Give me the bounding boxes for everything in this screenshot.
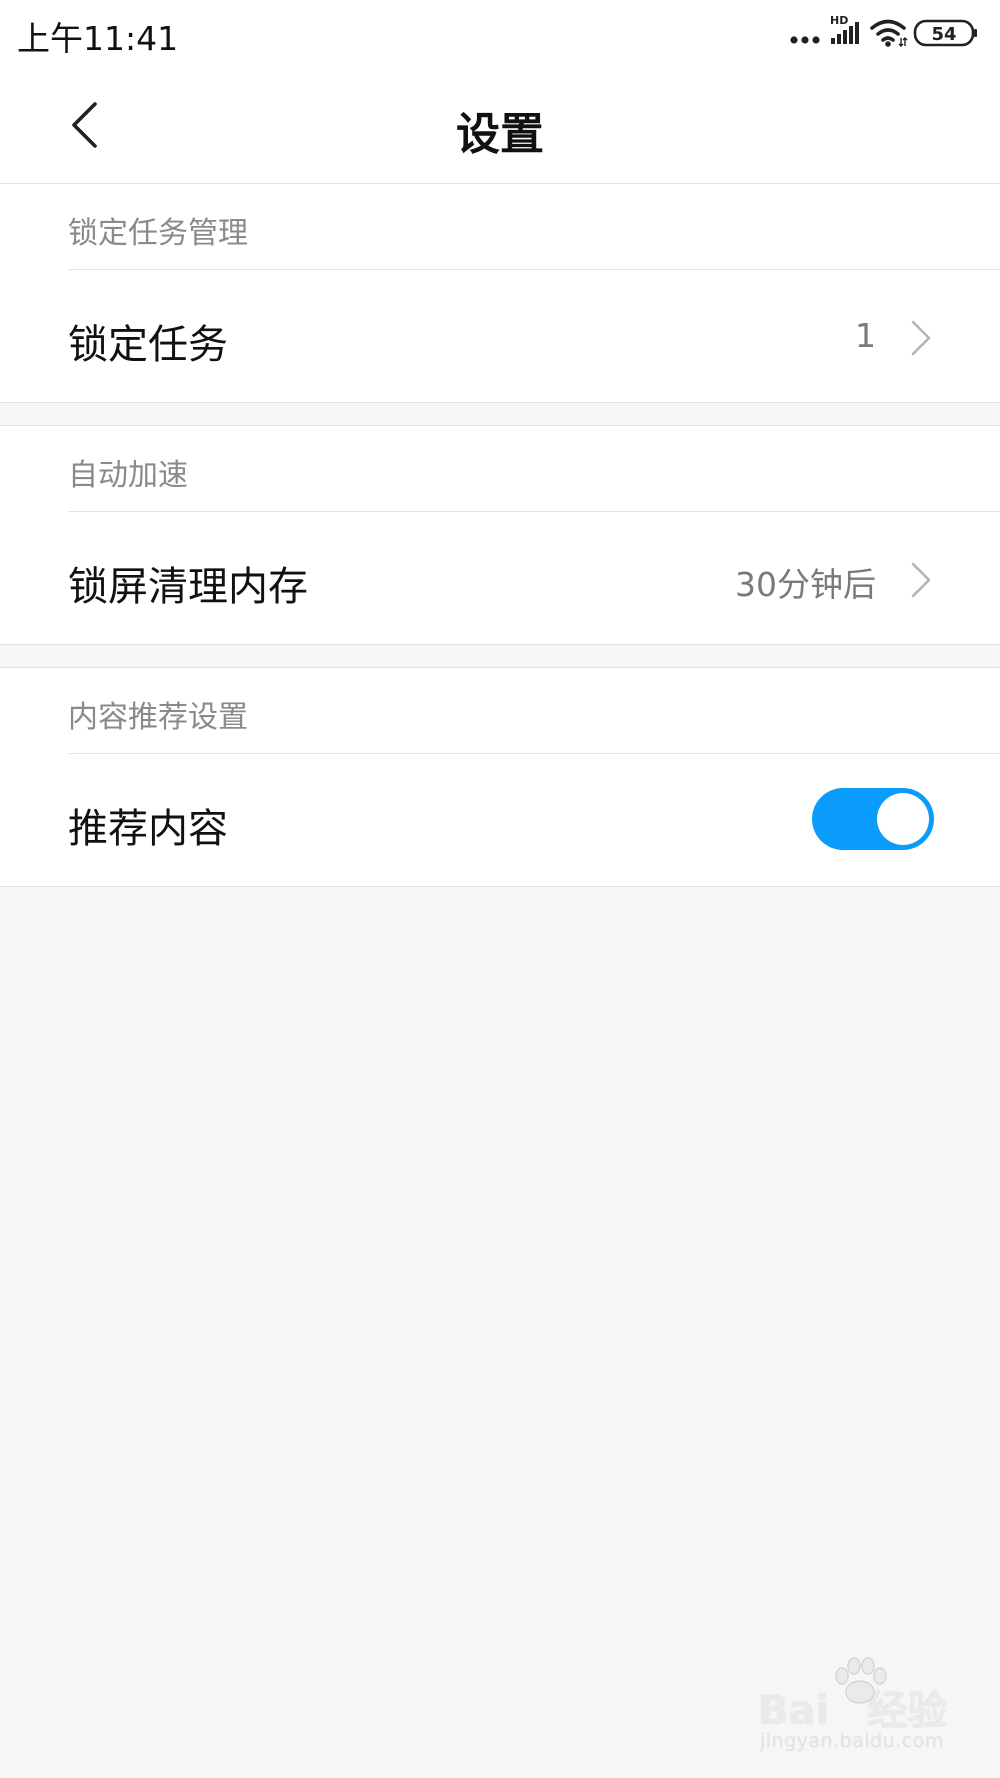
baidu-jingyan-watermark: Bai 经验 jingyan.baidu.com [758, 1656, 948, 1756]
watermark-brand: Bai 经验 [758, 1678, 947, 1736]
recommended-content-toggle[interactable] [812, 788, 934, 850]
wifi-icon [870, 19, 908, 47]
lock-task-row[interactable]: 锁定任务 1 [0, 270, 1000, 400]
battery-icon: 54 [913, 19, 977, 47]
status-icons-svg: HD 54 [790, 14, 977, 47]
row-label: 锁屏清理内存 [68, 564, 308, 610]
section-auto-acceleration: 自动加速 锁屏清理内存 30分钟后 [0, 425, 1000, 645]
toggle-knob [877, 793, 929, 845]
section-content-recommendation: 内容推荐设置 推荐内容 [0, 667, 1000, 887]
status-icons: HD 54 [786, 14, 986, 54]
status-bar: 上午11:41 HD 54 [0, 0, 1000, 68]
header-bar: 设置 [0, 68, 1000, 184]
chevron-right-icon [911, 320, 931, 356]
row-value: 1 [855, 316, 876, 355]
row-label: 锁定任务 [68, 322, 228, 368]
section-header: 锁定任务管理 [68, 184, 1000, 270]
row-label: 推荐内容 [68, 806, 228, 852]
network-badge: HD [830, 14, 848, 27]
recommended-content-row: 推荐内容 [0, 754, 1000, 884]
battery-level: 54 [931, 24, 956, 45]
status-time: 上午11:41 [17, 19, 179, 58]
section-lock-task-management: 锁定任务管理 锁定任务 1 [0, 183, 1000, 403]
more-dots-icon [790, 36, 820, 44]
watermark-url: jingyan.baidu.com [760, 1730, 944, 1752]
watermark-brand-text: Bai [758, 1688, 830, 1734]
section-header-label: 锁定任务管理 [68, 216, 248, 251]
page-title: 设置 [456, 109, 544, 160]
chevron-right-icon [911, 562, 931, 598]
cellular-signal-icon: HD [830, 14, 859, 44]
watermark-brand-suffix: 经验 [867, 1688, 948, 1734]
section-header: 内容推荐设置 [68, 668, 1000, 754]
lock-screen-clean-memory-row[interactable]: 锁屏清理内存 30分钟后 [0, 512, 1000, 642]
section-header-label: 内容推荐设置 [68, 700, 248, 735]
row-value: 30分钟后 [735, 565, 876, 604]
section-header: 自动加速 [68, 426, 1000, 512]
section-header-label: 自动加速 [68, 458, 188, 493]
